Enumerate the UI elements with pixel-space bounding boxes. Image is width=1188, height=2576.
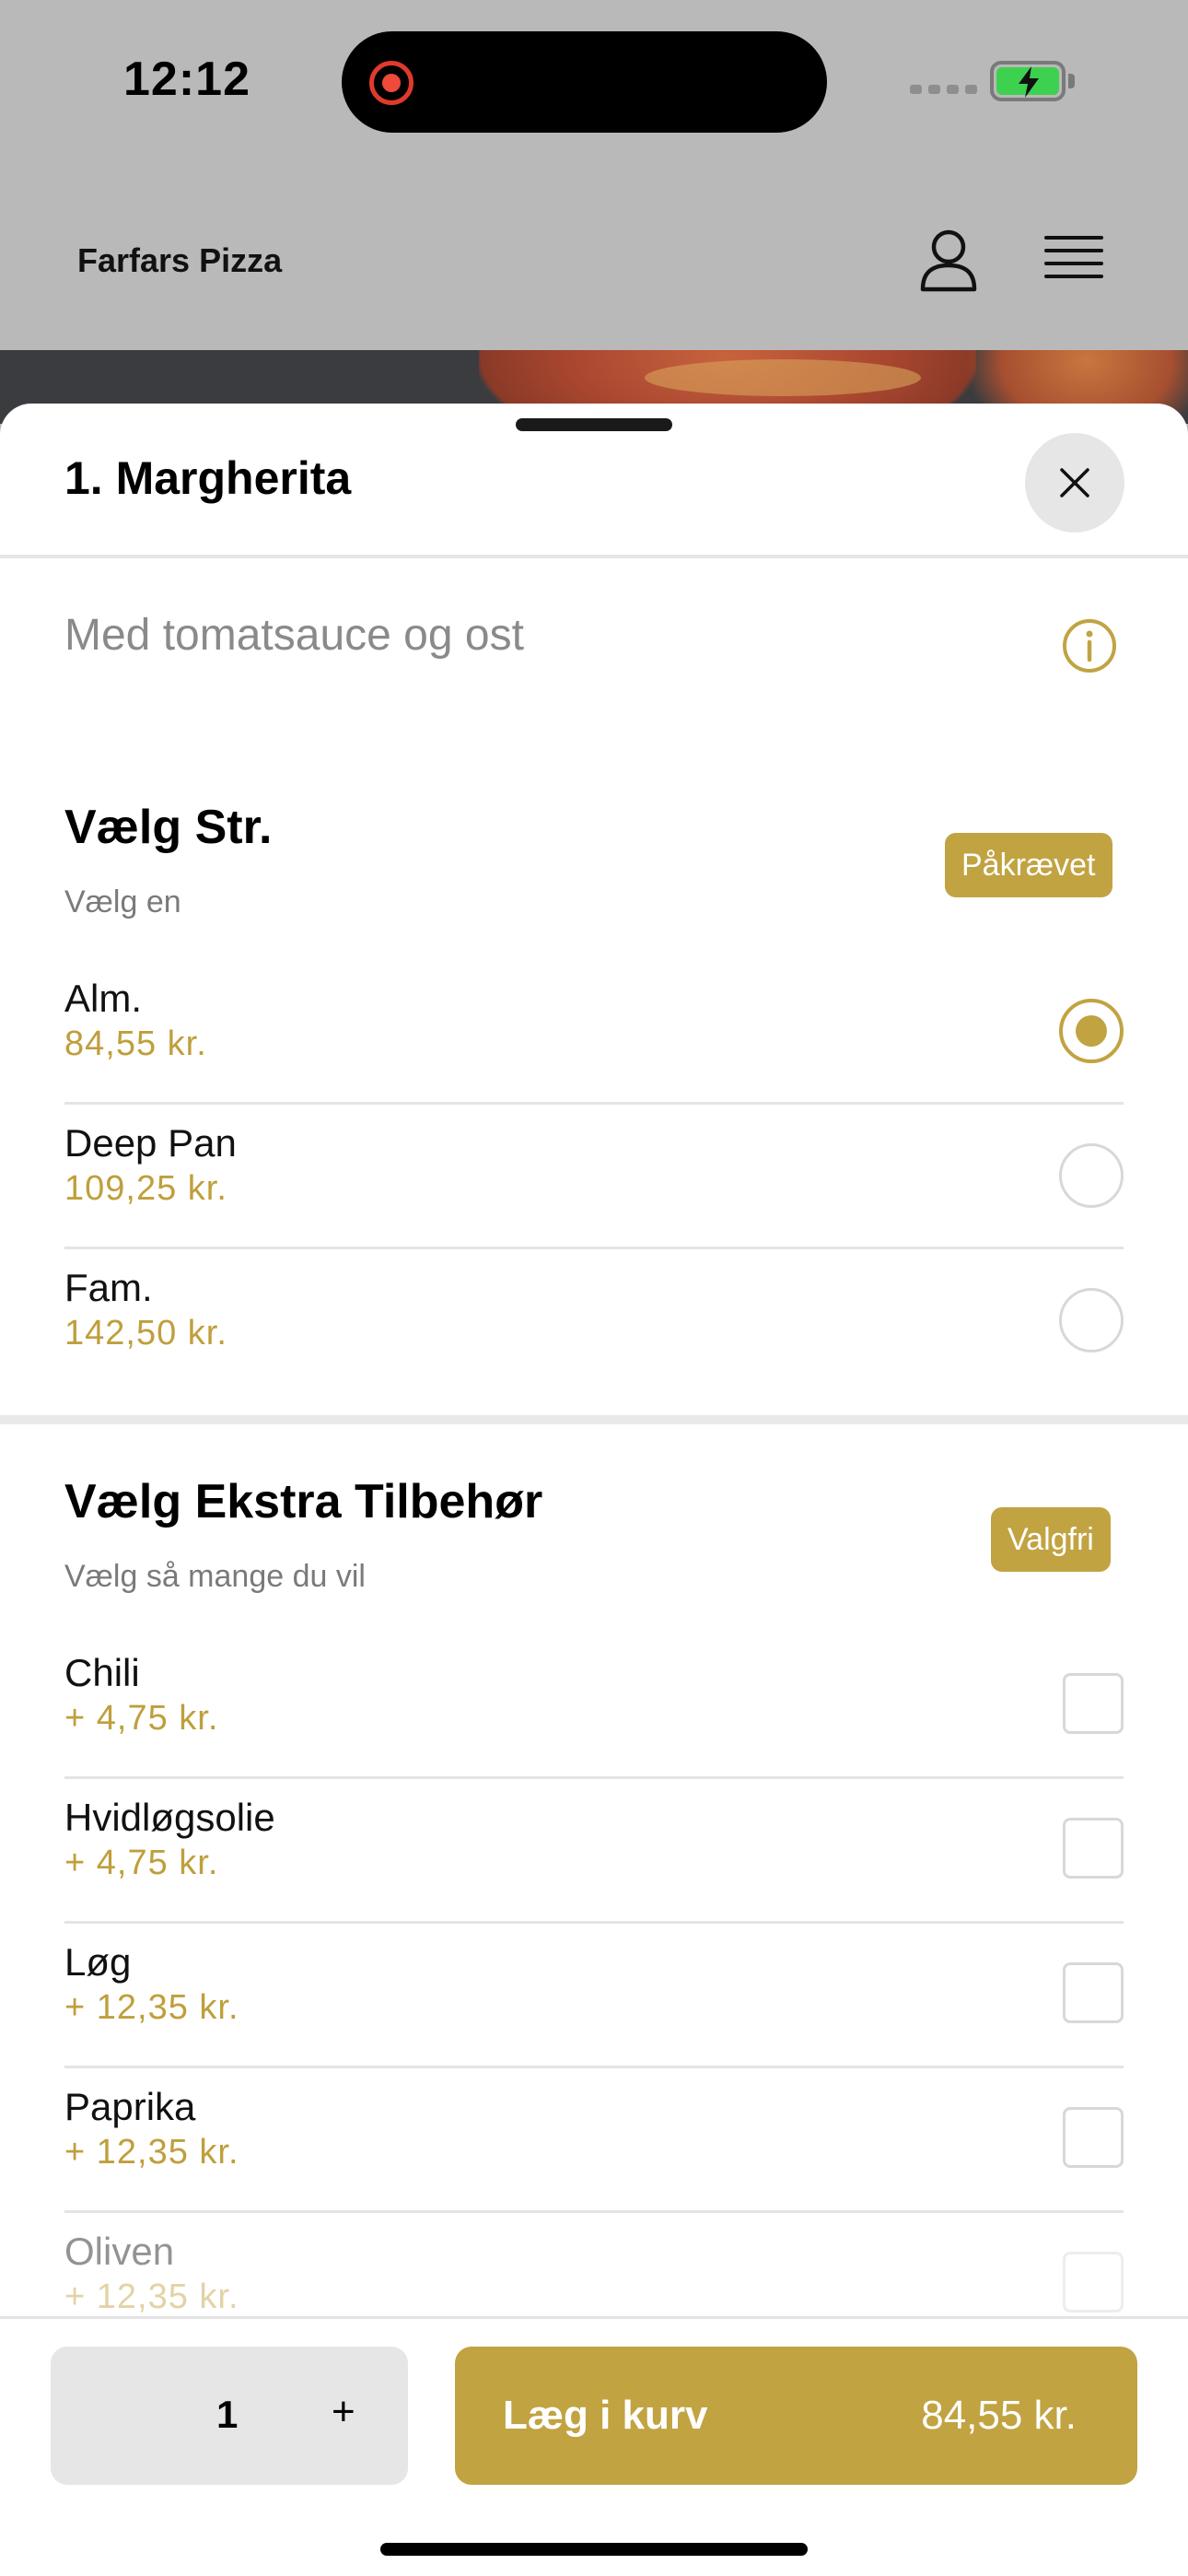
cellular-signal-icon: [910, 85, 977, 94]
size-option-fam[interactable]: Fam. 142,50 kr.: [64, 1249, 1124, 1394]
recording-indicator-icon: [369, 61, 413, 105]
optional-badge: Valgfri: [991, 1507, 1111, 1572]
extra-option-chili[interactable]: Chili + 4,75 kr.: [64, 1634, 1124, 1779]
option-label: Alm.: [64, 977, 142, 1020]
option-price: 84,55 kr.: [64, 1025, 207, 1063]
menu-icon[interactable]: [1041, 227, 1107, 293]
user-icon[interactable]: [912, 223, 985, 297]
extra-option-hvidlogsolie[interactable]: Hvidløgsolie + 4,75 kr.: [64, 1779, 1124, 1924]
status-bar: 12:12: [0, 0, 1188, 166]
quantity-stepper: 1 +: [51, 2347, 408, 2485]
radio-unselected[interactable]: [1059, 1288, 1124, 1352]
extra-option-log[interactable]: Løg + 12,35 kr.: [64, 1924, 1124, 2068]
section-divider: [0, 1415, 1188, 1424]
size-option-alm[interactable]: Alm. 84,55 kr.: [64, 960, 1124, 1105]
option-label: Oliven: [64, 2230, 175, 2273]
option-label: Paprika: [64, 2085, 196, 2128]
battery-icon: [990, 61, 1066, 101]
radio-unselected[interactable]: [1059, 1143, 1124, 1208]
extras-section-title: Vælg Ekstra Tilbehør: [64, 1475, 543, 1528]
required-badge: Påkrævet: [945, 833, 1112, 897]
option-label: Deep Pan: [64, 1121, 237, 1165]
extras-section-subtitle: Vælg så mange du vil: [64, 1559, 366, 1594]
close-button[interactable]: [1025, 433, 1124, 533]
quantity-value: 1: [216, 2393, 239, 2436]
battery-cap: [1068, 74, 1075, 88]
option-label: Fam.: [64, 1266, 153, 1309]
product-description: Med tomatsauce og ost: [64, 611, 524, 660]
option-label: Løg: [64, 1940, 132, 1984]
option-label: Hvidløgsolie: [64, 1796, 275, 1839]
product-sheet: 1. Margherita Med tomatsauce og ost Vælg…: [0, 404, 1188, 2576]
add-to-cart-button[interactable]: Læg i kurv 84,55 kr.: [455, 2347, 1137, 2485]
option-price: + 4,75 kr.: [64, 1844, 219, 1882]
add-to-cart-label: Læg i kurv: [503, 2393, 708, 2438]
brand-name[interactable]: Farfars Pizza: [77, 241, 282, 280]
dynamic-island: [342, 31, 827, 133]
option-price: 142,50 kr.: [64, 1314, 227, 1352]
option-price: + 4,75 kr.: [64, 1699, 219, 1738]
option-price: + 12,35 kr.: [64, 1988, 239, 2027]
header-divider: [0, 555, 1188, 558]
extra-option-paprika[interactable]: Paprika + 12,35 kr.: [64, 2068, 1124, 2213]
size-section-title: Vælg Str.: [64, 801, 273, 854]
option-price: + 12,35 kr.: [64, 2133, 239, 2172]
increment-button[interactable]: +: [332, 2389, 355, 2435]
app-header: Farfars Pizza: [0, 166, 1188, 350]
size-section-subtitle: Vælg en: [64, 884, 181, 919]
cart-total-price: 84,55 kr.: [921, 2393, 1077, 2438]
checkbox[interactable]: [1063, 1673, 1124, 1734]
close-icon: [1060, 468, 1089, 498]
checkbox[interactable]: [1063, 2252, 1124, 2313]
checkbox[interactable]: [1063, 2107, 1124, 2168]
checkbox[interactable]: [1063, 1962, 1124, 2023]
info-icon[interactable]: [1061, 617, 1118, 674]
option-price: + 12,35 kr.: [64, 2277, 239, 2316]
status-time: 12:12: [123, 53, 250, 106]
option-label: Chili: [64, 1651, 140, 1694]
sheet-grabber[interactable]: [516, 418, 672, 431]
home-indicator[interactable]: [380, 2543, 808, 2556]
size-option-deep-pan[interactable]: Deep Pan 109,25 kr.: [64, 1105, 1124, 1249]
bottom-action-bar: 1 + Læg i kurv 84,55 kr.: [0, 2316, 1188, 2576]
checkbox[interactable]: [1063, 1818, 1124, 1879]
option-price: 109,25 kr.: [64, 1169, 227, 1208]
radio-selected[interactable]: [1059, 999, 1124, 1063]
product-title: 1. Margherita: [64, 452, 352, 504]
